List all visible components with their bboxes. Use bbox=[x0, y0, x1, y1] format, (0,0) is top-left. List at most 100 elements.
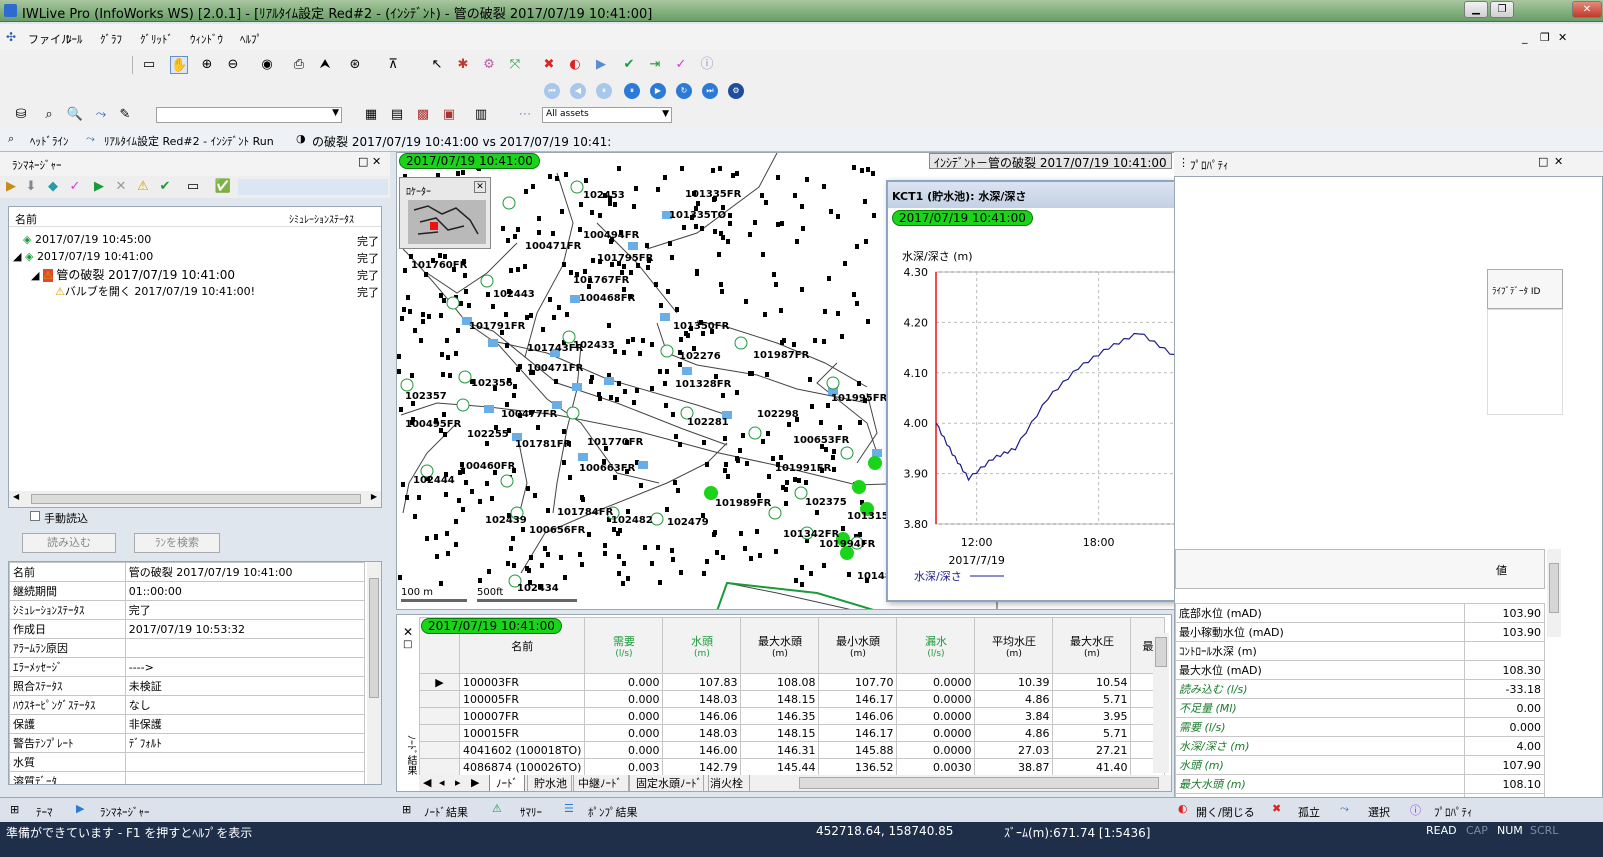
grid-cell[interactable]: 108.08 bbox=[740, 673, 820, 691]
grid-cell[interactable]: 3.84 bbox=[974, 707, 1054, 725]
grid-cell[interactable]: 146.35 bbox=[740, 707, 820, 725]
property-row[interactable]: 読み込む (l/s) -33.18 bbox=[1174, 679, 1545, 699]
grid-cell[interactable]: 148.03 bbox=[662, 690, 742, 708]
property-row[interactable]: 保護 非保護 bbox=[9, 714, 366, 734]
property-row[interactable]: 水質 bbox=[9, 752, 366, 772]
panel-close-icon[interactable]: ✕ bbox=[372, 155, 381, 168]
network-icon[interactable]: ⤧ bbox=[506, 56, 524, 74]
grid-cell[interactable]: 148.03 bbox=[662, 724, 742, 742]
table-row[interactable]: 4041602 (100018TO) 0.000 146.00 146.31 145.8… bbox=[419, 741, 1166, 759]
tab-prev-icon[interactable]: ◂ bbox=[439, 776, 445, 789]
node-marker[interactable] bbox=[552, 401, 562, 409]
delete-icon[interactable]: ✖ bbox=[540, 56, 558, 74]
pause-disabled-icon[interactable]: ⏸ bbox=[596, 83, 612, 99]
hydrant-marker[interactable] bbox=[566, 406, 580, 420]
panel-close-icon[interactable]: ✕ bbox=[1554, 155, 1563, 168]
grid-view-icon[interactable]: ▦ bbox=[362, 106, 380, 124]
property-row[interactable]: 需要 (l/s) 0.000 bbox=[1174, 717, 1545, 737]
grid-cell[interactable]: 146.06 bbox=[662, 707, 742, 725]
grid-cell[interactable]: 107.70 bbox=[818, 673, 898, 691]
info-icon[interactable]: ⓘ bbox=[698, 56, 716, 74]
breadcrumb-headline[interactable]: ﾍｯﾄﾞﾗｲﾝ bbox=[30, 133, 69, 149]
v-scrollbar[interactable] bbox=[1547, 549, 1561, 637]
grid-cell[interactable]: 145.88 bbox=[818, 741, 898, 759]
hydrant-marker[interactable] bbox=[502, 196, 516, 210]
monitor-icon[interactable]: ▭ bbox=[184, 178, 202, 196]
col-sim-status[interactable]: ｼﾐｭﾚｰｼｮﾝｽﾃｰﾀｽ bbox=[289, 211, 354, 226]
property-row[interactable]: ｴﾗｰﾒｯｾｰｼﾞ ----> bbox=[9, 657, 366, 677]
table-row[interactable]: ▶ 100003FR 0.000 107.83 108.08 107.70 0.0000 10… bbox=[419, 673, 1166, 691]
row-selector[interactable] bbox=[419, 741, 460, 759]
value-col[interactable]: 値 bbox=[1496, 562, 1507, 578]
grid-cell[interactable]: 4041602 (100018TO) bbox=[458, 741, 586, 759]
grid-cell[interactable]: 0.000 bbox=[584, 690, 664, 708]
grid-cell[interactable]: 10.39 bbox=[974, 673, 1054, 691]
node-marker[interactable] bbox=[484, 405, 494, 413]
confirm-icon[interactable]: ✅ bbox=[214, 178, 232, 196]
fast-forward-icon[interactable]: ⏭ bbox=[702, 83, 718, 99]
link-icon[interactable]: ⚙ bbox=[480, 56, 498, 74]
grid-cell[interactable]: 148.15 bbox=[740, 690, 820, 708]
menu-window[interactable]: ｳｨﾝﾄﾞｳ bbox=[190, 31, 223, 47]
hydrant-marker[interactable] bbox=[446, 296, 460, 310]
tree-row[interactable]: ⚠バルブを開く 2017/07/19 10:41:00! bbox=[55, 283, 255, 299]
node-marker[interactable] bbox=[572, 383, 582, 391]
trace-icon[interactable]: ✱ bbox=[454, 56, 472, 74]
validate-icon[interactable]: ✔ bbox=[620, 56, 638, 74]
grid-cell[interactable]: 136.52 bbox=[818, 758, 898, 776]
grid-cell[interactable]: 146.06 bbox=[818, 707, 898, 725]
snap-icon[interactable]: ⊛ bbox=[346, 56, 364, 74]
grid-float-icon[interactable]: □ bbox=[403, 639, 412, 650]
property-row[interactable]: 継続期間 01::00:00 bbox=[9, 581, 366, 601]
find-icon[interactable]: ⌕ bbox=[40, 106, 58, 124]
grid-cell[interactable]: 0.0000 bbox=[896, 673, 976, 691]
property-row[interactable]: ｼﾐｭﾚｰｼｮﾝｽﾃｰﾀｽ 完了 bbox=[9, 600, 366, 620]
node-marker[interactable] bbox=[578, 453, 588, 461]
grid-cell[interactable]: 4086874 (100026TO) bbox=[458, 758, 586, 776]
row-selector[interactable]: ▶ bbox=[419, 673, 460, 691]
node-marker[interactable] bbox=[628, 242, 638, 250]
breadcrumb-incident[interactable]: の破裂 2017/07/19 10:41:00 vs 2017/07/19 10… bbox=[312, 133, 611, 150]
property-row[interactable]: ｱﾗｰﾑﾗﾝ原因 bbox=[9, 638, 366, 658]
grid-header[interactable]: 最小水頭 (m) bbox=[818, 617, 898, 674]
locator-window[interactable]: ﾛｹｰﾀｰ ✕ bbox=[399, 177, 491, 249]
node-marker[interactable] bbox=[488, 339, 498, 347]
node-marker[interactable] bbox=[682, 367, 692, 375]
search-object-icon[interactable]: 🔍 bbox=[66, 106, 84, 124]
grid-cell[interactable]: 100007FR bbox=[458, 707, 586, 725]
row-selector[interactable] bbox=[419, 758, 460, 776]
node-marker[interactable] bbox=[872, 449, 882, 457]
property-row[interactable]: 照合ｽﾃｰﾀｽ 未検証 bbox=[9, 676, 366, 696]
tab-isolate[interactable]: 孤立 bbox=[1298, 804, 1320, 820]
property-row[interactable]: 作成日 2017/07/19 10:53:32 bbox=[9, 619, 366, 639]
print-icon[interactable]: ⎙ bbox=[290, 56, 308, 74]
menu-tools[interactable]: ﾂｰﾙ bbox=[66, 31, 83, 47]
property-row[interactable]: 水頭 (m) 107.90 bbox=[1174, 755, 1545, 775]
load-button[interactable]: 読み込む bbox=[22, 533, 116, 553]
columns-icon[interactable]: ▥ bbox=[472, 106, 490, 124]
menu-help[interactable]: ﾍﾙﾌﾟ bbox=[240, 31, 262, 47]
measure-icon[interactable]: ⊼ bbox=[384, 56, 402, 74]
mdi-close-icon[interactable]: ✕ bbox=[1558, 31, 1567, 44]
graph-view-icon[interactable]: ▣ bbox=[440, 106, 458, 124]
dots-icon[interactable]: ⋯ bbox=[516, 106, 534, 124]
play-box-icon[interactable]: ▶ bbox=[592, 56, 610, 74]
row-selector[interactable] bbox=[419, 724, 460, 742]
grid-cell[interactable]: 100005FR bbox=[458, 690, 586, 708]
tab-select[interactable]: 選択 bbox=[1368, 804, 1390, 820]
v-scrollbar[interactable] bbox=[367, 562, 381, 784]
grid-cell[interactable]: 0.0030 bbox=[896, 758, 976, 776]
approve-icon[interactable]: ✔ bbox=[156, 178, 174, 196]
menu-grid[interactable]: ｸﾞﾘｯﾄﾞ bbox=[140, 31, 173, 47]
pause-icon[interactable]: ⏸ bbox=[624, 83, 640, 99]
incident-map-tab[interactable]: ｲﾝｼﾃﾞﾝﾄ－管の破裂 2017/07/19 10:41:00 bbox=[929, 153, 1172, 170]
tab-first-icon[interactable]: ◀ bbox=[423, 776, 431, 789]
grid-cell[interactable]: 4.86 bbox=[974, 724, 1054, 742]
tab-properties[interactable]: ﾌﾟﾛﾊﾟﾃｨ bbox=[1434, 804, 1473, 820]
table-row[interactable]: 100007FR 0.000 146.06 146.35 146.06 0.0000 3.8… bbox=[419, 707, 1166, 725]
locator-close-icon[interactable]: ✕ bbox=[474, 181, 486, 193]
restore-button[interactable]: ❐ bbox=[1490, 1, 1514, 18]
grid-cell[interactable]: 0.0000 bbox=[896, 707, 976, 725]
tab-last-icon[interactable]: ▶ bbox=[471, 776, 479, 789]
node-marker[interactable] bbox=[604, 377, 614, 385]
